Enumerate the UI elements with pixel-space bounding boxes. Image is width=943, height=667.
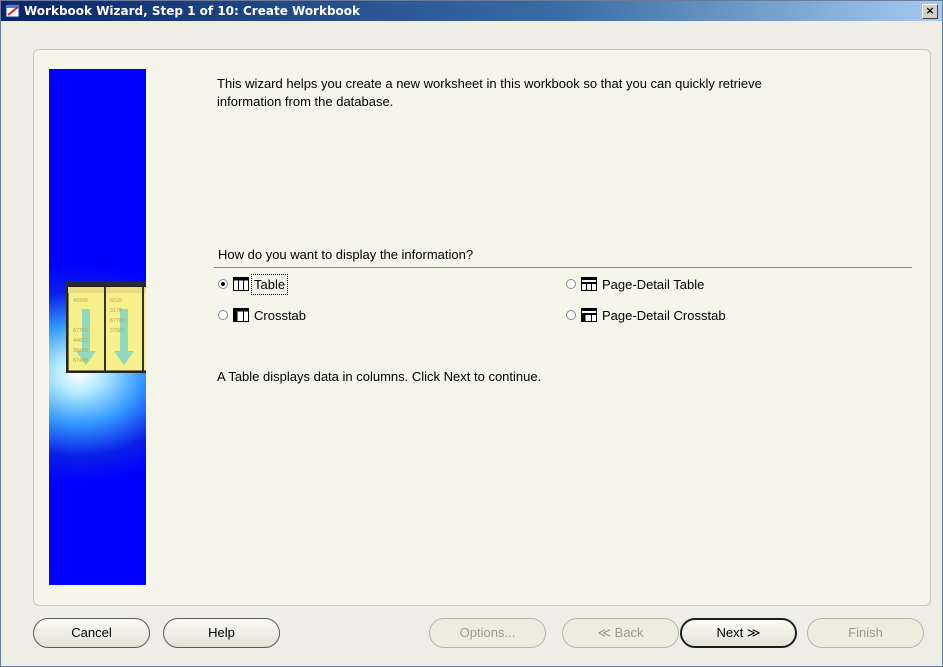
radio-table[interactable] (218, 279, 228, 289)
radio-page-detail-table[interactable] (566, 279, 576, 289)
radio-crosstab[interactable] (218, 310, 228, 320)
intro-line-2: information from the database. (217, 94, 394, 109)
window-title: Workbook Wizard, Step 1 of 10: Create Wo… (24, 4, 361, 18)
illustration-number: 67489 (73, 358, 88, 364)
back-button[interactable]: ≪ Back (562, 618, 679, 648)
table-icon (233, 277, 249, 291)
close-button[interactable]: × (922, 4, 938, 19)
wizard-side-image: 40306 67709 44671 30489 67489 6520 3176 67785 37… (49, 69, 146, 585)
options-button[interactable]: Options... (429, 618, 546, 648)
worksheet-illustration: 40306 67709 44671 30489 67489 6520 3176 67785 37… (66, 282, 146, 373)
illustration-number: 6520 (110, 298, 122, 304)
help-button[interactable]: Help (163, 618, 280, 648)
illustration-number: 3176 (110, 308, 122, 314)
divider (214, 267, 912, 268)
option-crosstab[interactable]: Crosstab (218, 306, 306, 324)
finish-button[interactable]: Finish (807, 618, 924, 648)
page-detail-table-icon (581, 277, 597, 291)
option-page-detail-crosstab-label: Page-Detail Crosstab (602, 307, 726, 323)
illustration-number: 37881 (110, 328, 125, 334)
workbook-icon (5, 4, 20, 18)
back-button-label: Back (614, 625, 644, 640)
content-panel (33, 49, 931, 606)
next-button[interactable]: Next ≫ (680, 618, 797, 648)
next-button-label: Next (716, 625, 744, 640)
wizard-window: Workbook Wizard, Step 1 of 10: Create Wo… (0, 0, 943, 667)
option-table-label: Table (250, 273, 289, 295)
option-page-detail-table[interactable]: Page-Detail Table (566, 275, 704, 293)
radio-page-detail-crosstab[interactable] (566, 310, 576, 320)
illustration-number: 40306 (73, 298, 88, 304)
options-button-label: Options... (459, 625, 516, 640)
crosstab-icon (233, 308, 249, 322)
illustration-number: 44671 (73, 338, 88, 344)
next-arrow-icon: ≫ (743, 625, 761, 640)
finish-button-label: Finish (848, 625, 883, 640)
option-page-detail-table-label: Page-Detail Table (602, 276, 705, 292)
illustration-number: 67709 (73, 328, 88, 334)
cancel-button[interactable]: Cancel (33, 618, 150, 648)
option-table[interactable]: Table (218, 273, 289, 295)
intro-line-1: This wizard helps you create a new works… (217, 76, 762, 91)
option-crosstab-label: Crosstab (254, 307, 307, 323)
illustration-number: 67785 (110, 318, 125, 324)
illustration-number: 30489 (73, 348, 88, 354)
intro-text: This wizard helps you create a new works… (217, 75, 762, 111)
display-question: How do you want to display the informati… (218, 247, 474, 262)
page-detail-crosstab-icon (581, 308, 597, 322)
option-page-detail-crosstab[interactable]: Page-Detail Crosstab (566, 306, 726, 324)
back-arrow-icon: ≪ (597, 625, 615, 640)
title-bar[interactable]: Workbook Wizard, Step 1 of 10: Create Wo… (1, 1, 942, 21)
option-description: A Table displays data in columns. Click … (217, 369, 542, 384)
